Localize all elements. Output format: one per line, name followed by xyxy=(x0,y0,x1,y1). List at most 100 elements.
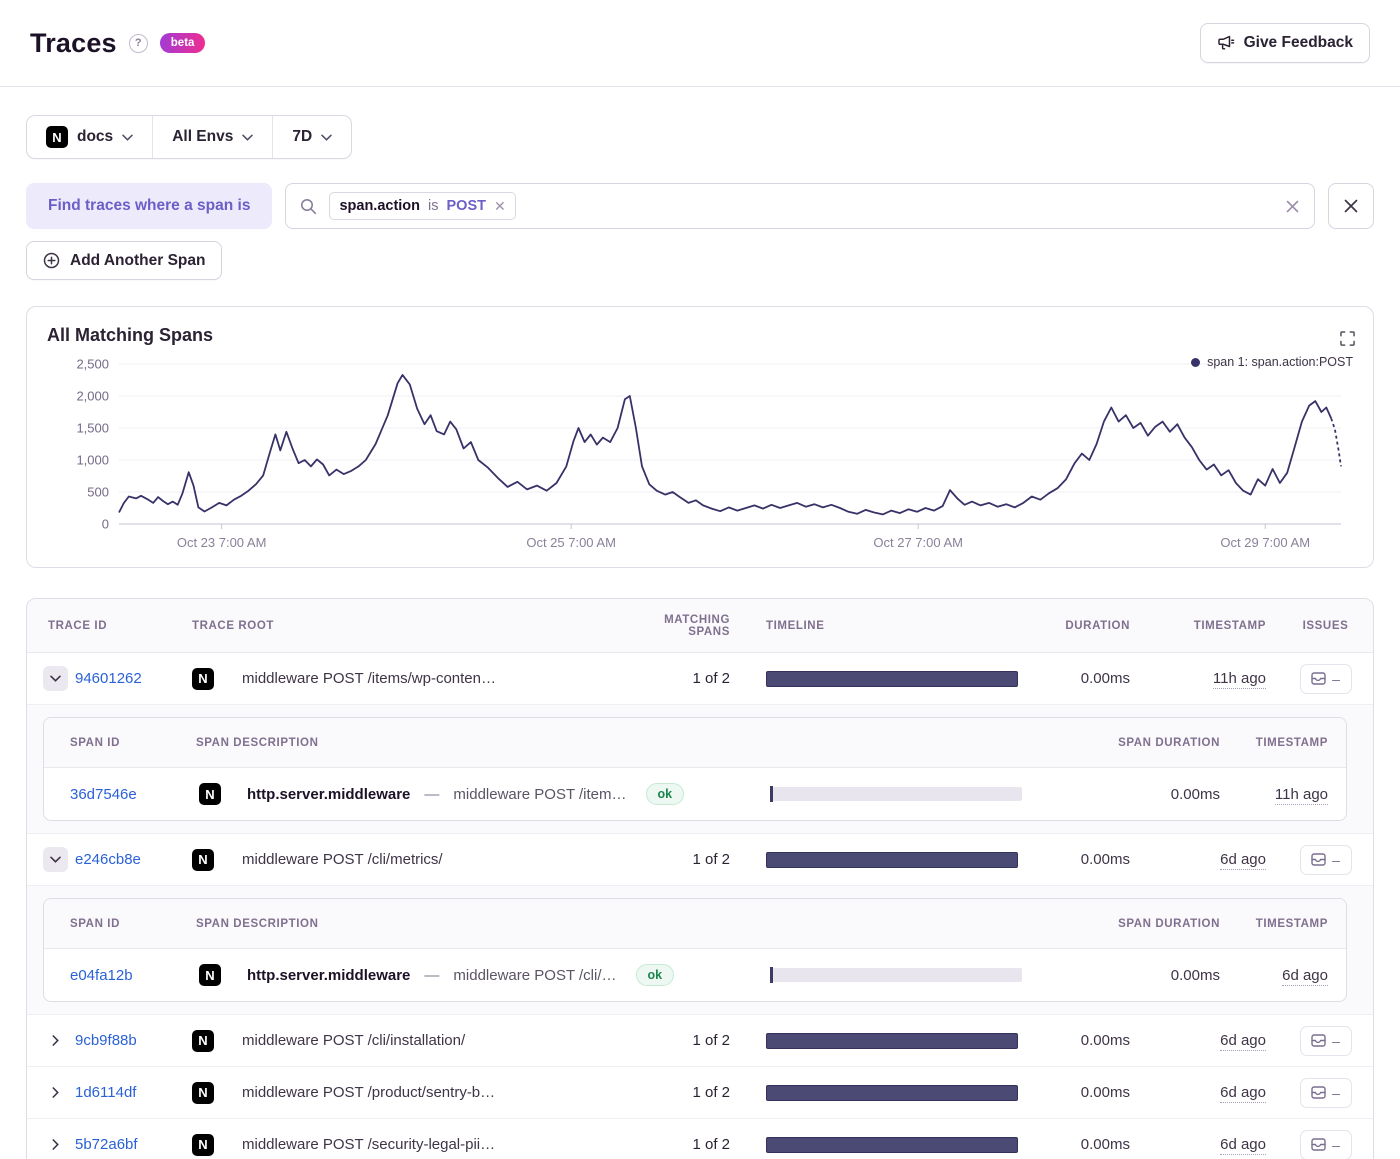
nextjs-icon: N xyxy=(192,668,214,690)
matching-spans-count: 1 of 2 xyxy=(620,1084,730,1101)
expand-trace-icon[interactable] xyxy=(43,1028,68,1053)
project-selector[interactable]: N docs xyxy=(27,116,152,158)
issues-icon xyxy=(1311,1086,1326,1099)
trace-id-link[interactable]: 1d6114df xyxy=(75,1084,185,1101)
trace-id-link[interactable]: 5b72a6bf xyxy=(75,1136,185,1153)
column-header-matching-spans: MATCHING SPANS xyxy=(620,614,730,638)
column-header-span-timestamp: TIMESTAMP xyxy=(1244,918,1328,930)
spans-subtable-header: SPAN IDSPAN DESCRIPTIONSPAN DURATIONTIME… xyxy=(44,899,1346,949)
issues-count: – xyxy=(1332,852,1340,868)
column-header-span-description: SPAN DESCRIPTION xyxy=(188,918,770,930)
collapse-trace-icon[interactable] xyxy=(43,666,68,691)
timestamp-value[interactable]: 6d ago xyxy=(1220,1084,1266,1103)
remove-token-icon[interactable]: ✕ xyxy=(494,199,506,213)
trace-row: 9cb9f88bNmiddleware POST /cli/installati… xyxy=(27,1015,1373,1067)
give-feedback-button[interactable]: Give Feedback xyxy=(1200,23,1370,63)
trace-duration: 0.00ms xyxy=(1018,1032,1130,1049)
matching-spans-count: 1 of 2 xyxy=(620,1032,730,1049)
trace-root-cell: Nmiddleware POST /product/sentry-b… xyxy=(185,1082,620,1104)
timestamp-value[interactable]: 6d ago xyxy=(1282,967,1328,986)
expand-trace-icon[interactable] xyxy=(43,1080,68,1105)
environment-selector[interactable]: All Envs xyxy=(152,116,272,158)
timeline-bar[interactable] xyxy=(766,1033,1018,1049)
spans-subtable-header: SPAN IDSPAN DESCRIPTIONSPAN DURATIONTIME… xyxy=(44,718,1346,768)
timestamp-value[interactable]: 6d ago xyxy=(1220,1136,1266,1155)
separator: — xyxy=(424,967,439,984)
span-search-input[interactable]: span.action is POST ✕ xyxy=(285,183,1315,229)
span-description: middleware POST /item… xyxy=(453,786,626,803)
clear-search-icon[interactable] xyxy=(1285,199,1300,214)
nextjs-icon: N xyxy=(199,964,221,986)
span-position-marker xyxy=(770,786,773,802)
span-timeline-bar[interactable] xyxy=(770,787,1022,801)
date-range-selector[interactable]: 7D xyxy=(272,116,351,158)
span-description-cell: Nhttp.server.middleware—middleware POST … xyxy=(188,964,770,986)
trace-id-link[interactable]: 9cb9f88b xyxy=(75,1032,185,1049)
trace-row: 94601262Nmiddleware POST /items/wp-conte… xyxy=(27,653,1373,705)
issues-button[interactable]: – xyxy=(1300,1130,1352,1159)
span-duration: 0.00ms xyxy=(1022,967,1220,984)
page-title: Traces xyxy=(30,28,117,59)
page-filter-bar: N docs All Envs 7D xyxy=(26,115,352,159)
timestamp-value[interactable]: 6d ago xyxy=(1220,851,1266,870)
issues-button[interactable]: – xyxy=(1300,664,1352,694)
circle-plus-icon xyxy=(43,252,60,269)
span-id-link[interactable]: e04fa12b xyxy=(60,967,188,984)
svg-text:1,000: 1,000 xyxy=(76,453,109,468)
issues-button[interactable]: – xyxy=(1300,845,1352,875)
column-header-timeline: TIMELINE xyxy=(766,620,1018,632)
spans-line-chart[interactable]: 05001,0001,5002,0002,500Oct 23 7:00 AMOc… xyxy=(47,354,1353,554)
column-header-timestamp: TIMESTAMP xyxy=(1154,620,1266,632)
timeline-bar[interactable] xyxy=(766,671,1018,687)
issues-count: – xyxy=(1332,1033,1340,1049)
trace-root-cell: Nmiddleware POST /items/wp-conten… xyxy=(185,668,620,690)
span-timeline-bar[interactable] xyxy=(770,968,1022,982)
help-icon[interactable]: ? xyxy=(129,34,148,53)
timeline-cell xyxy=(766,671,1018,687)
issues-button[interactable]: – xyxy=(1300,1026,1352,1056)
trace-id-link[interactable]: 94601262 xyxy=(75,670,185,687)
environment-label: All Envs xyxy=(172,128,233,146)
expand-trace-icon[interactable] xyxy=(43,1132,68,1157)
timeline-bar[interactable] xyxy=(766,852,1018,868)
span-id-link[interactable]: 36d7546e xyxy=(60,786,188,803)
issues-icon xyxy=(1311,672,1326,685)
date-range-label: 7D xyxy=(292,128,312,146)
issues-count: – xyxy=(1332,671,1340,687)
trace-id-link[interactable]: e246cb8e xyxy=(75,851,185,868)
trace-root-cell: Nmiddleware POST /cli/installation/ xyxy=(185,1030,620,1052)
span-query-row: Find traces where a span is span.action … xyxy=(26,183,1374,229)
nextjs-icon: N xyxy=(199,783,221,805)
column-header-span-id: SPAN ID xyxy=(60,737,188,749)
timestamp-value[interactable]: 11h ago xyxy=(1275,786,1328,805)
timestamp-value[interactable]: 6d ago xyxy=(1220,1032,1266,1051)
timeline-bar[interactable] xyxy=(766,1085,1018,1101)
fullscreen-expand-icon[interactable] xyxy=(1340,331,1355,346)
issues-count: – xyxy=(1332,1085,1340,1101)
collapse-trace-icon[interactable] xyxy=(43,847,68,872)
span-operation: http.server.middleware xyxy=(247,786,410,803)
separator: — xyxy=(424,786,439,803)
remove-span-filter-button[interactable] xyxy=(1328,183,1374,229)
issues-cell: – xyxy=(1292,664,1359,694)
give-feedback-label: Give Feedback xyxy=(1244,34,1353,52)
span-status-badge: ok xyxy=(636,964,675,986)
timeline-bar[interactable] xyxy=(766,1137,1018,1153)
legend-label: span 1: span.action:POST xyxy=(1207,355,1353,369)
span-timeline-cell xyxy=(770,968,1022,982)
beta-badge: beta xyxy=(160,33,206,53)
span-description: middleware POST /cli/… xyxy=(453,967,616,984)
timestamp-value[interactable]: 11h ago xyxy=(1213,670,1266,689)
filter-token[interactable]: span.action is POST ✕ xyxy=(329,192,515,220)
trace-duration: 0.00ms xyxy=(1018,1136,1130,1153)
issues-button[interactable]: – xyxy=(1300,1078,1352,1108)
trace-duration: 0.00ms xyxy=(1018,670,1130,687)
span-row: e04fa12bNhttp.server.middleware—middlewa… xyxy=(44,949,1346,1001)
column-header-span-duration: SPAN DURATION xyxy=(1022,737,1220,749)
trace-timestamp: 6d ago xyxy=(1154,1084,1266,1101)
timeline-cell xyxy=(766,1033,1018,1049)
svg-text:2,000: 2,000 xyxy=(76,389,109,404)
add-another-span-button[interactable]: Add Another Span xyxy=(26,241,222,280)
span-status-badge: ok xyxy=(646,783,685,805)
project-label: docs xyxy=(77,128,113,146)
